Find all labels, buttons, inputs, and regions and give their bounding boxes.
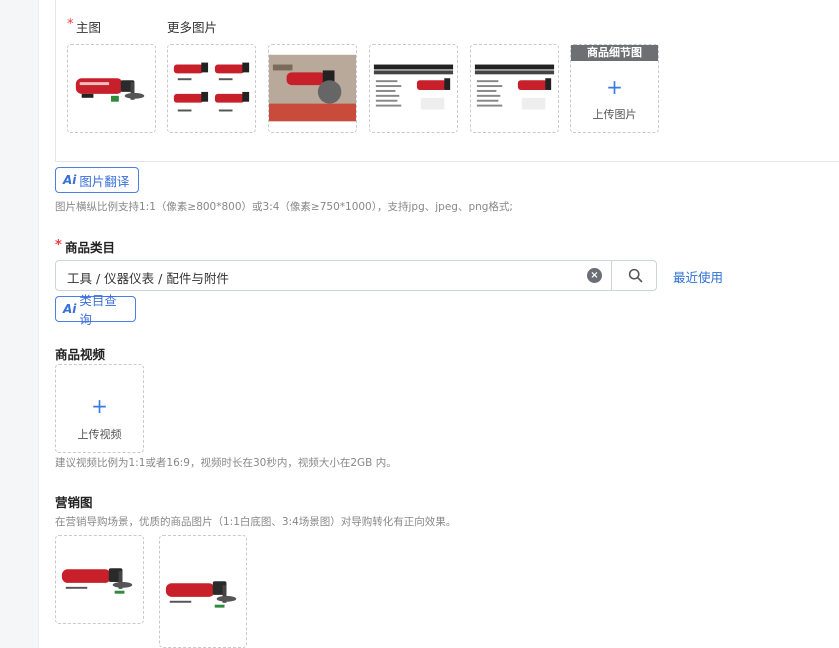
marketing-hint: 在营销导购场景，优质的商品图片（1:1白底图、3:4场景图）对导购转化有正向效果… [55,516,457,528]
spec-sheet-image-2 [471,45,558,132]
more-image-thumb-4[interactable] [470,44,559,133]
plus-icon: + [91,394,108,418]
marketing-image-square[interactable] [55,535,144,624]
video-upload[interactable]: + 上传视频 [55,364,144,453]
ai-category-query-label: 类目查询 [79,293,117,327]
angle-grinder-white-bg-image [56,536,143,623]
product-form-panel: * 主图 更多图片 商品细节图 + 上传图片 Ai 图片翻译 图片横纵比例支持1… [38,0,839,648]
angle-grinder-in-use-image [269,45,356,132]
more-image-thumb-3[interactable] [369,44,458,133]
category-label: 商品类目 [65,240,116,255]
recent-category-link[interactable]: 最近使用 [673,267,723,286]
video-hint: 建议视频比例为1:1或者16:9，视频时长在30秒内，视频大小在2GB 内。 [55,457,397,469]
ai-icon: Ai [63,173,77,187]
detail-image-upload[interactable]: 商品细节图 + 上传图片 [570,44,659,133]
more-image-thumb-2[interactable] [268,44,357,133]
marketing-image-portrait[interactable] [159,535,247,648]
image-format-hint: 图片横纵比例支持1:1（像素≥800*800）或3:4（像素≥750*1000）… [55,201,513,213]
search-icon [628,268,643,283]
detail-image-header: 商品细节图 [571,45,658,61]
video-label: 商品视频 [55,347,106,362]
category-input[interactable]: 工具 / 仪器仪表 / 配件与附件 × [55,260,657,291]
required-mark: * [55,238,62,253]
spec-sheet-image [370,45,457,132]
ai-image-translate-label: 图片翻译 [79,173,130,189]
angle-grinder-scene-image [160,536,246,647]
ai-category-query-button[interactable]: Ai 类目查询 [55,293,136,327]
ai-image-translate-button[interactable]: Ai 图片翻译 [55,167,139,193]
main-image-thumb[interactable] [67,44,156,133]
category-search-button[interactable] [611,260,659,291]
upload-image-text: 上传图片 [592,108,637,121]
marketing-image-label: 营销图 [55,495,93,510]
category-value: 工具 / 仪器仪表 / 配件与附件 [67,271,229,286]
more-image-thumb-1[interactable] [167,44,256,133]
plus-icon: + [606,75,623,99]
ai-icon: Ai [63,302,77,316]
angle-grinder-image [68,45,155,132]
clear-icon[interactable]: × [587,268,602,283]
upload-video-text: 上传视频 [77,428,122,441]
angle-grinder-variants-image [168,45,255,132]
